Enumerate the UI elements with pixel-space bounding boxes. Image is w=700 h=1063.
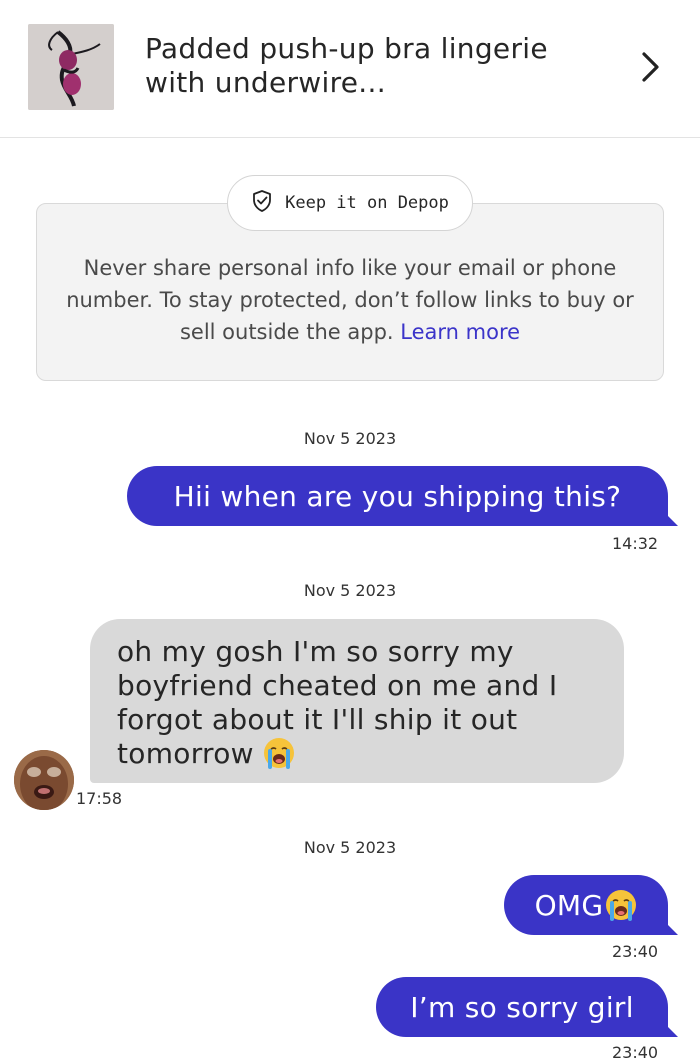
message-time: 23:40: [612, 1043, 659, 1062]
chevron-right-icon[interactable]: [632, 48, 668, 86]
message-text: I’m so sorry girl: [410, 990, 634, 1024]
learn-more-link[interactable]: Learn more: [400, 320, 520, 344]
notice-body-text: Never share personal info like your emai…: [66, 256, 634, 344]
message-line: tomorrow: [117, 737, 254, 770]
date-separator: Nov 5 2023: [303, 838, 397, 857]
incoming-message[interactable]: oh my gosh I'm so sorry my boyfriend che…: [90, 619, 624, 783]
badge-label: Keep it on Depop: [285, 193, 449, 213]
shield-check-icon: [251, 189, 273, 217]
message-text: Hii when are you shipping this?: [173, 479, 622, 513]
message-line: forgot about it I'll ship it out: [117, 703, 518, 736]
keep-it-on-depop-badge: Keep it on Depop: [227, 175, 473, 231]
listing-thumbnail[interactable]: [28, 24, 114, 110]
listing-title-line-1: Padded push-up bra lingerie: [145, 32, 548, 65]
outgoing-message[interactable]: OMG: [504, 875, 678, 935]
outgoing-message[interactable]: Hii when are you shipping this?: [127, 466, 678, 526]
message-time: 17:58: [76, 789, 123, 808]
message-line-last: tomorrow: [117, 737, 600, 771]
message-line: oh my gosh I'm so sorry my: [117, 635, 514, 668]
listing-header[interactable]: Padded push-up bra lingerie with underwi…: [0, 0, 700, 138]
loudly-crying-face-icon: [605, 889, 637, 921]
message-time: 14:32: [612, 534, 659, 553]
notice-body: Never share personal info like your emai…: [60, 252, 640, 348]
listing-title[interactable]: Padded push-up bra lingerie with underwi…: [145, 32, 615, 100]
loudly-crying-face-icon: [263, 737, 295, 769]
avatar[interactable]: [14, 750, 74, 810]
outgoing-message[interactable]: I’m so sorry girl: [376, 977, 678, 1037]
date-separator: Nov 5 2023: [303, 429, 397, 448]
message-line: boyfriend cheated on me and I: [117, 669, 558, 702]
listing-title-line-2: with underwire...: [145, 66, 386, 99]
message-text: OMG: [534, 888, 604, 922]
message-time: 23:40: [612, 942, 659, 961]
date-separator: Nov 5 2023: [303, 581, 397, 600]
chat-screen: Padded push-up bra lingerie with underwi…: [0, 0, 700, 1063]
